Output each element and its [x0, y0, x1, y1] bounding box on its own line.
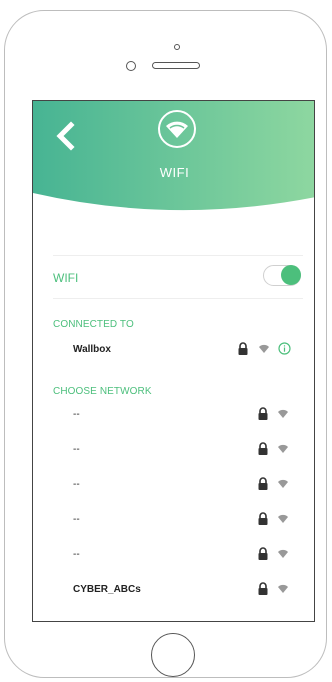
back-button[interactable]: [53, 119, 81, 153]
choose-network-section-title: CHOOSE NETWORK: [53, 386, 152, 397]
network-row[interactable]: CYBER_ABCs: [53, 581, 303, 601]
network-row[interactable]: --: [53, 546, 303, 566]
toggle-knob: [281, 265, 301, 285]
lock-icon: [258, 582, 268, 595]
wifi-signal-icon: [278, 409, 288, 418]
network-row[interactable]: --: [53, 511, 303, 531]
wifi-icon: [158, 110, 196, 148]
phone-frame: WIFI WIFI CONNECTED TO Wallbox CHOOSE NE…: [4, 10, 327, 678]
lock-icon: [258, 407, 268, 420]
wifi-signal-icon: [278, 479, 288, 488]
wifi-signal-icon: [278, 514, 288, 523]
network-name: --: [73, 409, 80, 420]
divider: [53, 298, 303, 299]
chevron-left-icon: [56, 121, 75, 151]
wifi-signal-icon: [278, 549, 288, 558]
wifi-signal-icon: [278, 584, 288, 593]
wifi-signal-icon: [278, 444, 288, 453]
network-name: Wallbox: [73, 344, 111, 355]
info-icon[interactable]: [278, 342, 291, 355]
wifi-header: WIFI: [33, 101, 314, 221]
network-name: --: [73, 479, 80, 490]
lock-icon: [258, 512, 268, 525]
wifi-signal-icon: [259, 344, 269, 353]
front-camera: [126, 61, 136, 71]
network-row[interactable]: --: [53, 441, 303, 461]
wifi-toggle[interactable]: [263, 265, 301, 286]
connected-section-title: CONNECTED TO: [53, 319, 134, 330]
network-name: --: [73, 549, 80, 560]
network-name: CYBER_ABCs: [73, 584, 141, 595]
network-name: --: [73, 514, 80, 525]
lock-icon: [258, 442, 268, 455]
app-screen: WIFI WIFI CONNECTED TO Wallbox CHOOSE NE…: [32, 100, 315, 622]
wifi-toggle-label: WIFI: [53, 271, 79, 285]
home-button[interactable]: [151, 633, 195, 677]
speaker-grille: [152, 62, 200, 69]
divider: [53, 255, 303, 256]
network-name: --: [73, 444, 80, 455]
network-row[interactable]: --: [53, 406, 303, 426]
lock-icon: [258, 547, 268, 560]
page-title: WIFI: [159, 165, 190, 180]
connected-network-row[interactable]: Wallbox: [53, 341, 303, 361]
network-row[interactable]: --: [53, 476, 303, 496]
lock-icon: [238, 342, 248, 355]
camera-dot: [174, 44, 180, 50]
lock-icon: [258, 477, 268, 490]
